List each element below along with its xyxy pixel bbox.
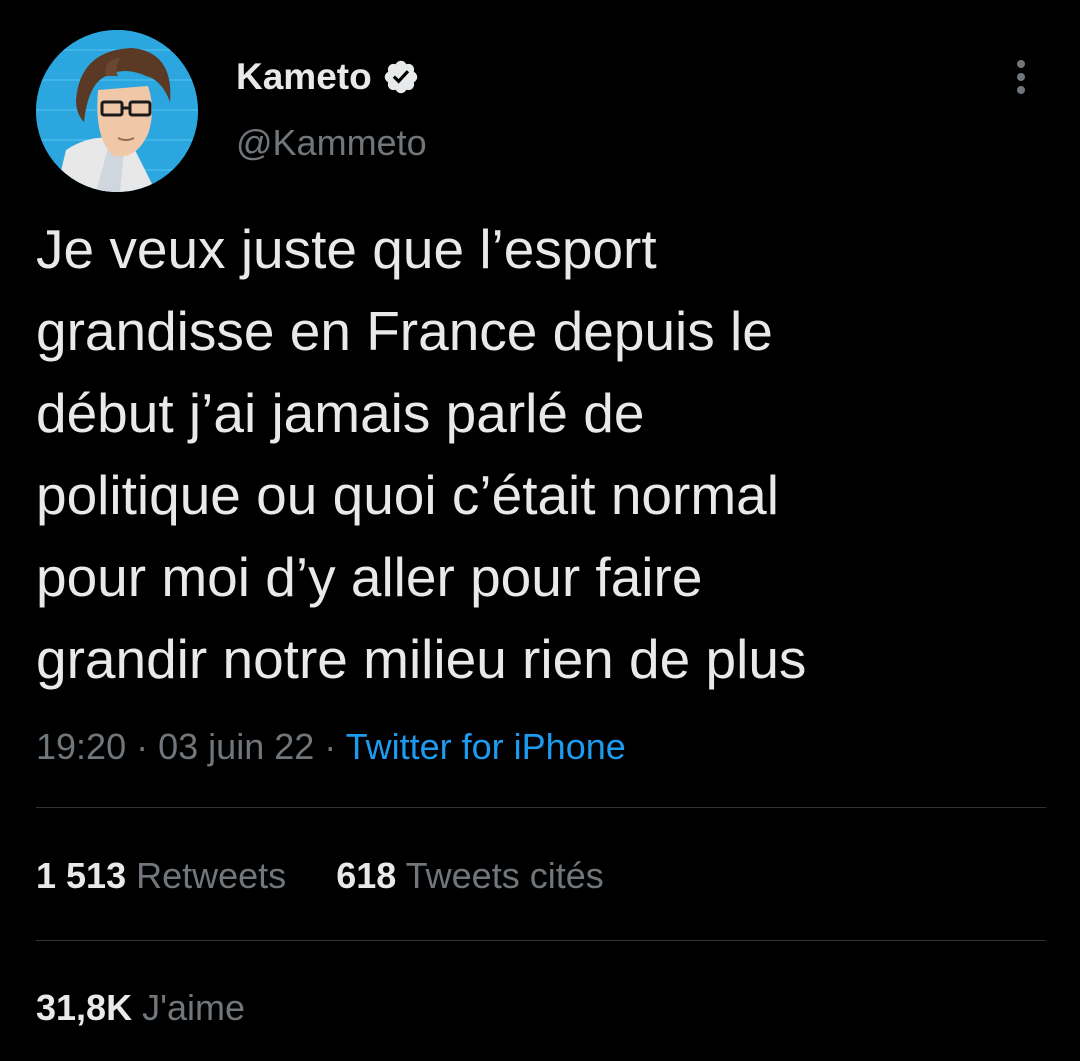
tweet-detail: Kameto @Kammeto Je veux juste que l’espo… <box>0 0 1080 1061</box>
avatar[interactable] <box>36 30 198 192</box>
verified-badge-icon <box>382 58 420 96</box>
tweet-time[interactable]: 19:20 <box>36 726 126 767</box>
meta-separator: · <box>136 726 149 767</box>
retweets-count: 1 513 <box>36 855 127 896</box>
tweet-text-line: grandisse en France depuis le <box>36 300 773 362</box>
divider <box>36 940 1046 941</box>
tweet-meta: 19:20 · 03 juin 22 · Twitter for iPhone <box>36 724 626 770</box>
tweet-text-line: pour moi d’y aller pour faire <box>36 546 703 608</box>
retweets-stat[interactable]: 1 513 Retweets <box>36 855 296 896</box>
tweet-source-link[interactable]: Twitter for iPhone <box>346 726 626 767</box>
retweets-label: Retweets <box>136 855 287 896</box>
author-handle[interactable]: @Kammeto <box>236 120 427 166</box>
divider <box>36 807 1046 808</box>
meta-separator: · <box>324 726 337 767</box>
engagement-stats: 1 513 Retweets 618 Tweets cités <box>36 853 604 899</box>
display-name[interactable]: Kameto <box>236 52 372 102</box>
tweet-text-line: Je veux juste que l’esport <box>36 218 657 280</box>
avatar-image <box>36 30 198 192</box>
tweet-date[interactable]: 03 juin 22 <box>158 726 314 767</box>
likes-count: 31,8K <box>36 987 133 1028</box>
author-name-row[interactable]: Kameto <box>236 52 420 102</box>
likes-stat[interactable]: 31,8K J'aime <box>36 985 245 1031</box>
likes-label: J'aime <box>142 987 245 1028</box>
tweet-text-line: grandir notre milieu rien de plus <box>36 628 807 690</box>
quotes-label: Tweets cités <box>405 855 604 896</box>
tweet-text-line: début j’ai jamais parlé de <box>36 382 645 444</box>
tweet-text: Je veux juste que l’esport grandisse en … <box>36 208 1046 700</box>
tweet-text-line: politique ou quoi c’était normal <box>36 464 779 526</box>
quotes-count: 618 <box>336 855 397 896</box>
more-options-icon[interactable] <box>1005 58 1037 98</box>
quotes-stat[interactable]: 618 Tweets cités <box>336 855 604 896</box>
